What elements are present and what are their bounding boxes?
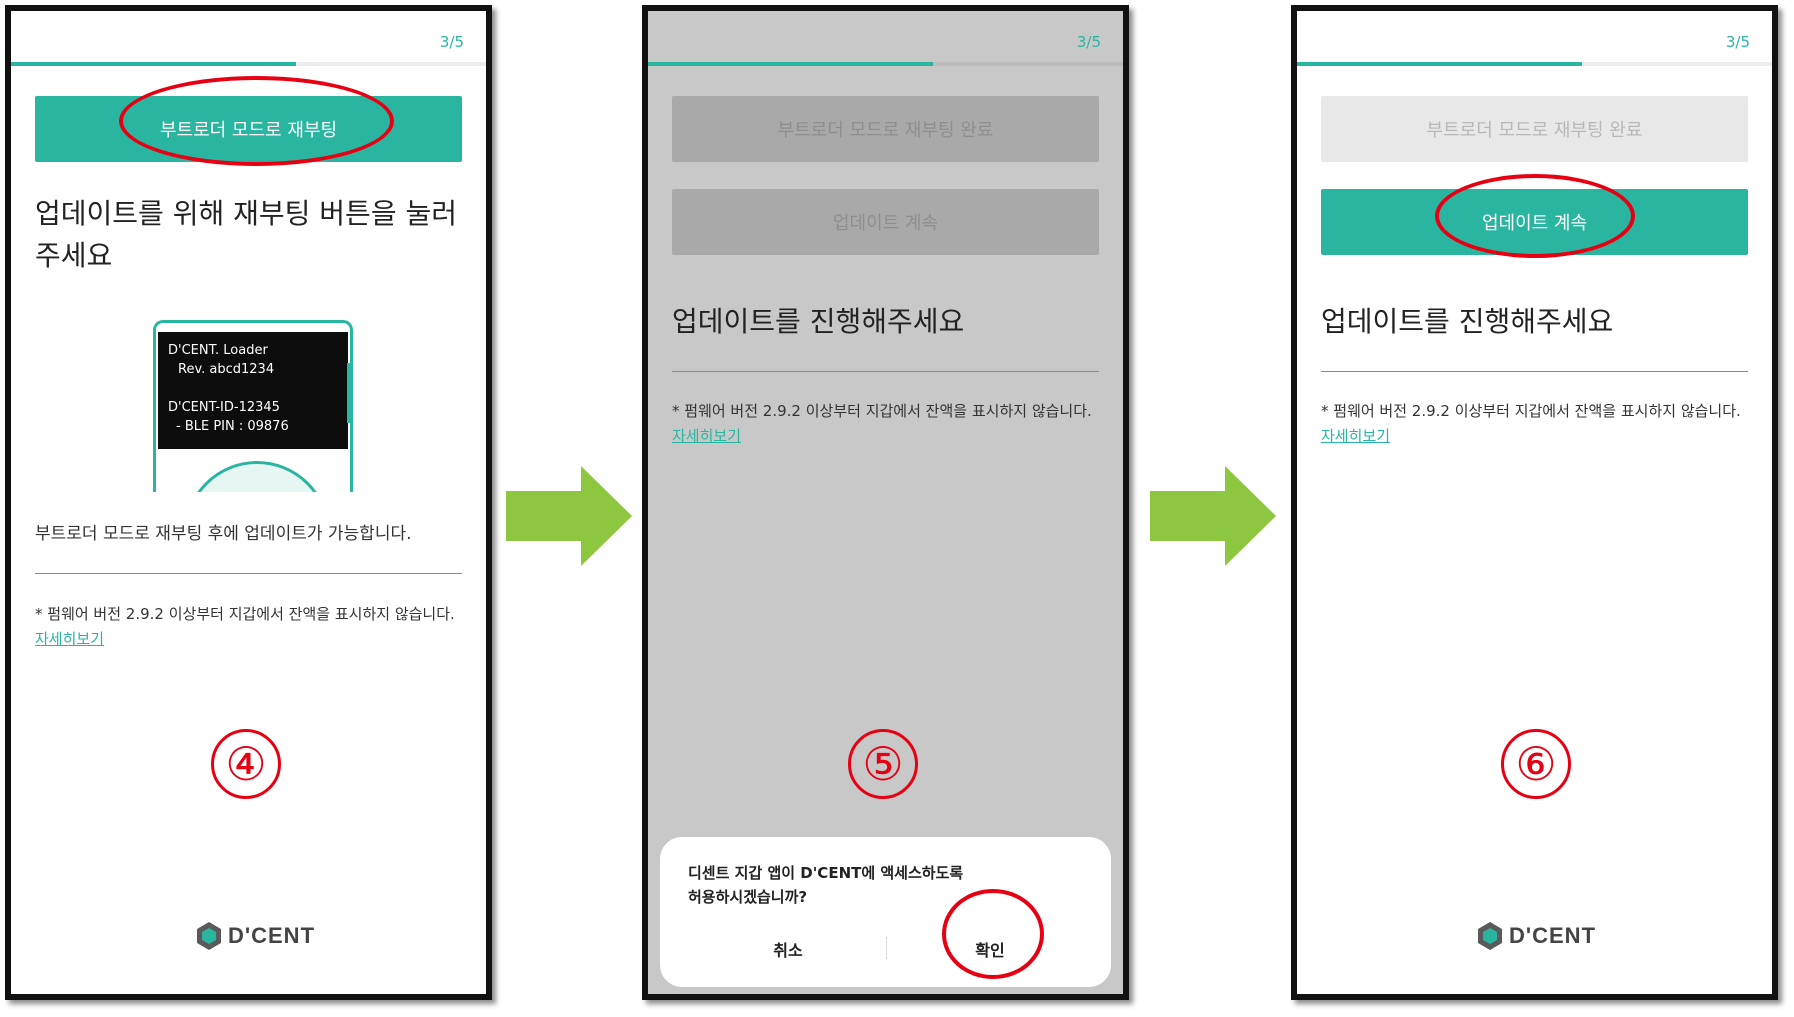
firmware-note-text: * 펌웨어 버전 2.9.2 이상부터 지갑에서 잔액을 표시하지 않습니다.: [1321, 402, 1741, 420]
firmware-note: * 펌웨어 버전 2.9.2 이상부터 지갑에서 잔액을 표시하지 않습니다. …: [35, 602, 472, 652]
reboot-info-text: 부트로더 모드로 재부팅 후에 업데이트가 가능합니다.: [35, 524, 412, 544]
logo-text: D'CENT: [228, 923, 316, 948]
device-side-button: [347, 363, 350, 423]
progress-bar: [648, 62, 1123, 66]
continue-update-button[interactable]: 업데이트 계속: [672, 189, 1099, 255]
dialog-cancel-button[interactable]: 취소: [708, 937, 868, 961]
step-indicator: 3/5: [439, 33, 464, 51]
reboot-done-button[interactable]: 부트로더 모드로 재부팅 완료: [672, 96, 1099, 162]
details-link[interactable]: 자세히보기: [1321, 427, 1390, 445]
progress-bar: [11, 62, 486, 66]
device-screen: D'CENT. Loader Rev. abcd1234 D'CENT-ID-1…: [158, 332, 348, 449]
step-indicator: 3/5: [1725, 33, 1750, 51]
firmware-note: * 펌웨어 버전 2.9.2 이상부터 지갑에서 잔액을 표시하지 않습니다. …: [1321, 399, 1758, 449]
dialog-separator: [885, 937, 887, 959]
device-line-2: Rev. abcd1234: [178, 362, 275, 377]
screen-step-6: 3/5 부트로더 모드로 재부팅 완료 업데이트 계속 업데이트를 진행해주세요…: [1291, 5, 1778, 1000]
details-link[interactable]: 자세히보기: [35, 630, 104, 648]
title-line-2: 주세요: [35, 239, 113, 272]
dialog-message-line-1: 디센트 지갑 앱이 D'CENT에 액세스하도록: [688, 864, 964, 882]
divider: [35, 573, 462, 574]
step-badge-6: ⑥: [1501, 729, 1571, 799]
dcent-logo: D'CENT: [196, 921, 315, 951]
progress-bar: [1297, 62, 1772, 66]
dcent-logo-icon: [1478, 922, 1502, 950]
page-title: 업데이트를 진행해주세요: [672, 305, 965, 338]
dcent-logo-icon: [197, 922, 221, 950]
firmware-note: * 펌웨어 버전 2.9.2 이상부터 지갑에서 잔액을 표시하지 않습니다. …: [672, 399, 1109, 449]
device-wheel: [184, 461, 330, 492]
divider: [672, 371, 1099, 372]
highlight-reboot-button: [119, 76, 394, 166]
screen-step-5: 3/5 부트로더 모드로 재부팅 완료 업데이트 계속 업데이트를 진행해주세요…: [642, 5, 1129, 1000]
arrow-right-icon: [506, 466, 632, 566]
highlight-continue-button: [1435, 174, 1635, 258]
step-badge-4: ④: [211, 729, 281, 799]
step-badge-5: ⑤: [848, 729, 918, 799]
device-line-3: D'CENT-ID-12345: [168, 400, 280, 415]
permission-dialog: 디센트 지갑 앱이 D'CENT에 액세스하도록 허용하시겠습니까? 취소 확인: [660, 837, 1111, 987]
progress-fill: [11, 62, 296, 66]
reboot-done-button: 부트로더 모드로 재부팅 완료: [1321, 96, 1748, 162]
progress-fill: [648, 62, 933, 66]
device-illustration: D'CENT. Loader Rev. abcd1234 D'CENT-ID-1…: [153, 320, 353, 492]
dialog-message: 디센트 지갑 앱이 D'CENT에 액세스하도록 허용하시겠습니까?: [688, 861, 1091, 909]
dcent-logo: D'CENT: [1477, 921, 1596, 951]
page-title: 업데이트를 진행해주세요: [1321, 305, 1614, 338]
device-line-4: - BLE PIN : 09876: [176, 419, 289, 434]
title-line-1: 업데이트를 위해 재부팅 버튼을 눌러: [35, 197, 458, 230]
logo-text: D'CENT: [1509, 923, 1597, 948]
details-link[interactable]: 자세히보기: [672, 427, 741, 445]
progress-fill: [1297, 62, 1582, 66]
divider: [1321, 371, 1748, 372]
firmware-note-text: * 펌웨어 버전 2.9.2 이상부터 지갑에서 잔액을 표시하지 않습니다.: [35, 605, 455, 623]
arrow-right-icon: [1150, 466, 1276, 566]
firmware-note-text: * 펌웨어 버전 2.9.2 이상부터 지갑에서 잔액을 표시하지 않습니다.: [672, 402, 1092, 420]
highlight-confirm-button: [942, 889, 1044, 979]
step-indicator: 3/5: [1076, 33, 1101, 51]
device-line-1: D'CENT. Loader: [168, 343, 268, 358]
page-title: 업데이트를 위해 재부팅 버튼을 눌러 주세요: [35, 193, 462, 277]
